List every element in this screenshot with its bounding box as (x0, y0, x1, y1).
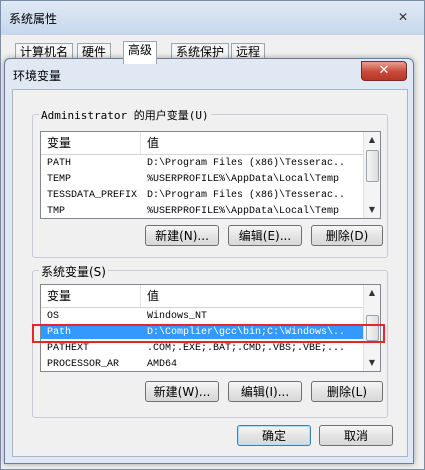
user-var-value: D:\Program Files (x86)\Tesserac... (147, 158, 347, 169)
user-var-name: TEMP (47, 174, 72, 185)
system-col-variable[interactable]: 变量 (41, 285, 141, 307)
system-edit-button[interactable]: 编辑(I)... (228, 381, 302, 402)
table-row[interactable]: PATH D:\Program Files (x86)\Tesserac... (41, 157, 364, 170)
table-row[interactable]: TMP %USERPROFILE%\AppData\Local\Temp (41, 205, 364, 218)
dialog-title: 环境变量 (13, 69, 62, 83)
system-var-name: PROCESSOR_AR (47, 359, 120, 370)
system-var-value: Windows_NT (147, 311, 208, 322)
ok-button[interactable]: 确定 (237, 425, 311, 446)
scroll-down-arrow-icon[interactable]: ▼ (364, 202, 380, 218)
table-row[interactable]: PROCESSOR_AR AMD64 (41, 358, 364, 371)
user-var-value: %USERPROFILE%\AppData\Local\Temp (147, 206, 340, 217)
system-variables-list[interactable]: 变量 值 OS Windows_NT Path D:\Complier\gcc\… (40, 284, 381, 372)
system-new-button[interactable]: 新建(W)... (145, 381, 219, 402)
user-list-header: 变量 值 (41, 132, 364, 155)
dialog-close-icon[interactable]: ✕ (361, 61, 407, 81)
user-edit-button[interactable]: 编辑(E)... (228, 225, 302, 246)
user-delete-button[interactable]: 删除(D) (311, 225, 383, 246)
user-col-variable[interactable]: 变量 (41, 132, 141, 154)
system-var-name: PATHEXT (47, 343, 90, 354)
user-list-scrollbar[interactable]: ▲ ▼ (363, 132, 380, 218)
user-col-value[interactable]: 值 (141, 132, 364, 154)
user-var-name: TMP (47, 206, 66, 217)
system-var-name: OS (47, 311, 60, 322)
system-var-value: AMD64 (147, 359, 178, 370)
scroll-thumb[interactable] (366, 315, 379, 341)
outer-close-icon[interactable]: ✕ (392, 7, 414, 27)
user-var-name: TESSDATA_PREFIX (47, 190, 138, 201)
cancel-button[interactable]: 取消 (319, 425, 393, 446)
scroll-down-arrow-icon[interactable]: ▼ (364, 355, 380, 371)
dialog-body: Administrator 的用户变量(U) 变量 值 PATH D:\Prog… (12, 89, 408, 457)
scroll-up-arrow-icon[interactable]: ▲ (364, 285, 380, 301)
outer-window-title: 系统属性 (9, 12, 58, 26)
user-new-button[interactable]: 新建(N)... (145, 225, 219, 246)
user-var-name: PATH (47, 158, 72, 169)
scroll-thumb[interactable] (366, 150, 379, 182)
user-variables-list[interactable]: 变量 值 PATH D:\Program Files (x86)\Tessera… (40, 131, 381, 219)
user-variables-label: Administrator 的用户变量(U) (39, 107, 211, 123)
outer-title-bar: 系统属性 ✕ (1, 1, 424, 35)
dialog-title-bar: 环境变量 ✕ (5, 59, 413, 89)
system-var-name: Path (47, 327, 72, 338)
environment-variables-dialog: 环境变量 ✕ Administrator 的用户变量(U) 变量 值 PATH … (4, 58, 414, 464)
system-var-value: .COM;.EXE;.BAT;.CMD;.VBS;.VBE;... (147, 343, 346, 354)
table-row-selected[interactable]: Path D:\Complier\gcc\bin;C:\Windows\... (41, 326, 364, 339)
user-var-value: %USERPROFILE%\AppData\Local\Temp (147, 174, 340, 185)
tab-advanced[interactable]: 高级 (123, 41, 158, 64)
table-row[interactable]: OS Windows_NT (41, 310, 364, 323)
system-list-scrollbar[interactable]: ▲ ▼ (363, 285, 380, 371)
table-row[interactable]: PATHEXT .COM;.EXE;.BAT;.CMD;.VBS;.VBE;..… (41, 342, 364, 355)
system-delete-button[interactable]: 删除(L) (311, 381, 383, 402)
table-row[interactable]: TESSDATA_PREFIX D:\Program Files (x86)\T… (41, 189, 364, 202)
system-col-value[interactable]: 值 (141, 285, 364, 307)
scroll-up-arrow-icon[interactable]: ▲ (364, 132, 380, 148)
system-list-header: 变量 值 (41, 285, 364, 308)
system-var-value: D:\Complier\gcc\bin;C:\Windows\... (147, 327, 347, 338)
system-variables-label: 系统变量(S) (39, 263, 108, 280)
user-var-value: D:\Program Files (x86)\Tesserac... (147, 190, 347, 201)
table-row[interactable]: TEMP %USERPROFILE%\AppData\Local\Temp (41, 173, 364, 186)
